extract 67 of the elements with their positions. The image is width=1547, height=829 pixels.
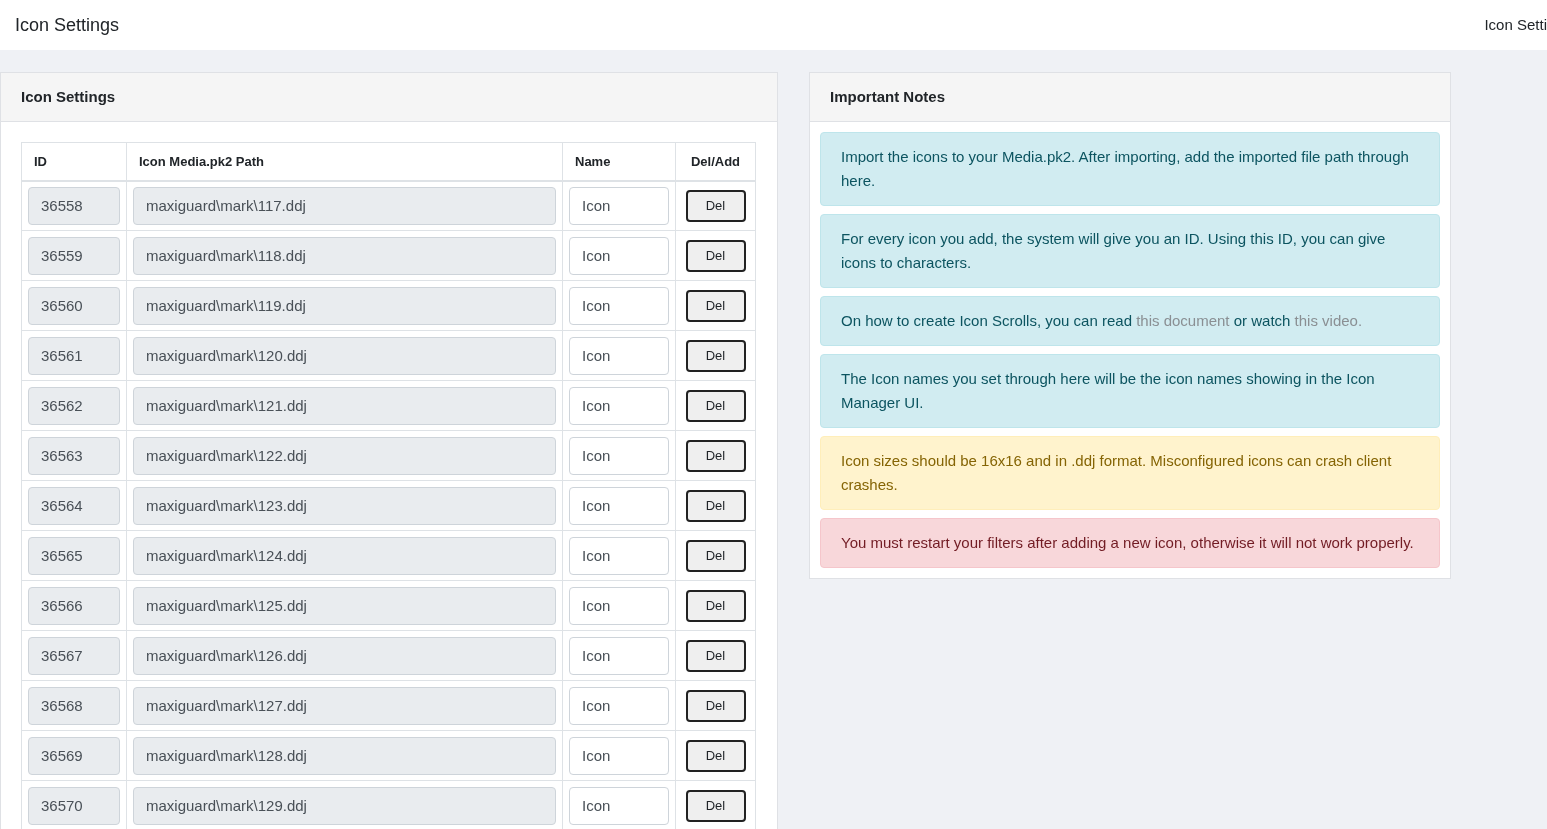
path-field[interactable]: maxiguard\mark\117.ddj [133, 186, 556, 225]
path-field[interactable]: maxiguard\mark\118.ddj [133, 236, 556, 275]
name-field[interactable]: Icon [569, 336, 669, 375]
name-field[interactable]: Icon [569, 186, 669, 225]
id-field[interactable]: 36566 [28, 586, 120, 625]
note-text: or watch [1232, 312, 1292, 329]
id-field[interactable]: 36562 [28, 386, 120, 425]
delete-button[interactable]: Del [685, 339, 746, 372]
name-field[interactable]: Icon [569, 386, 669, 425]
id-field[interactable]: 36558 [28, 186, 120, 225]
card-title: Important Notes [830, 86, 945, 107]
delete-button[interactable]: Del [685, 689, 746, 722]
note-alert: You must restart your filters after adding a new icon, otherwise it will not work properly. [820, 518, 1440, 568]
delete-button[interactable]: Del [685, 739, 746, 772]
note-alert: Icon sizes should be 16x16 and in .ddj format. Misconfigured icons can crash client crashes. [820, 436, 1440, 510]
id-field[interactable]: 36565 [28, 536, 120, 575]
name-field[interactable]: Icon [569, 636, 669, 675]
delete-button[interactable]: Del [685, 539, 746, 572]
id-field[interactable]: 36560 [28, 286, 120, 325]
path-field[interactable]: maxiguard\mark\122.ddj [133, 436, 556, 475]
path-field[interactable]: maxiguard\mark\126.ddj [133, 636, 556, 675]
delete-button[interactable]: Del [685, 289, 746, 322]
note-alert: The Icon names you set through here will be the icon names showing in the Icon Manager UI. [820, 354, 1440, 428]
page-title: Icon Settings [15, 13, 120, 37]
column-header: Icon Media.pk2 Path [126, 142, 563, 181]
path-field[interactable]: maxiguard\mark\127.ddj [133, 686, 556, 725]
path-field[interactable]: maxiguard\mark\121.ddj [133, 386, 556, 425]
card-title: Icon Settings [21, 86, 116, 107]
name-field[interactable]: Icon [569, 286, 669, 325]
delete-button[interactable]: Del [685, 189, 746, 222]
id-field[interactable]: 36564 [28, 486, 120, 525]
delete-button[interactable]: Del [685, 389, 746, 422]
column-header: Name [562, 142, 676, 181]
path-field[interactable]: maxiguard\mark\119.ddj [133, 286, 556, 325]
note-text: On how to create Icon Scrolls, you can read [841, 312, 1133, 329]
breadcrumb: Icon Setti [1484, 14, 1547, 35]
name-field[interactable]: Icon [569, 736, 669, 775]
name-field[interactable]: Icon [569, 536, 669, 575]
delete-button[interactable]: Del [685, 489, 746, 522]
delete-button[interactable]: Del [685, 589, 746, 622]
path-field[interactable]: maxiguard\mark\124.ddj [133, 536, 556, 575]
id-field[interactable]: 36561 [28, 336, 120, 375]
id-field[interactable]: 36563 [28, 436, 120, 475]
id-field[interactable]: 36559 [28, 236, 120, 275]
delete-button[interactable]: Del [685, 789, 746, 822]
id-field[interactable]: 36567 [28, 636, 120, 675]
name-field[interactable]: Icon [569, 436, 669, 475]
column-header: ID [21, 142, 127, 181]
path-field[interactable]: maxiguard\mark\128.ddj [133, 736, 556, 775]
name-field[interactable]: Icon [569, 686, 669, 725]
id-field[interactable]: 36570 [28, 786, 120, 825]
note-alert: Import the icons to your Media.pk2. After importing, add the imported file path through here. [820, 132, 1440, 206]
path-field[interactable]: maxiguard\mark\125.ddj [133, 586, 556, 625]
column-header: Del/Add [675, 142, 756, 181]
delete-button[interactable]: Del [685, 439, 746, 472]
name-field[interactable]: Icon [569, 236, 669, 275]
note-alert: For every icon you add, the system will give you an ID. Using this ID, you can give icons to characters. [820, 214, 1440, 288]
id-field[interactable]: 36569 [28, 736, 120, 775]
path-field[interactable]: maxiguard\mark\123.ddj [133, 486, 556, 525]
path-field[interactable]: maxiguard\mark\120.ddj [133, 336, 556, 375]
name-field[interactable]: Icon [569, 486, 669, 525]
name-field[interactable]: Icon [569, 786, 669, 825]
name-field[interactable]: Icon [569, 586, 669, 625]
path-field[interactable]: maxiguard\mark\129.ddj [133, 786, 556, 825]
delete-button[interactable]: Del [685, 239, 746, 272]
delete-button[interactable]: Del [685, 639, 746, 672]
id-field[interactable]: 36568 [28, 686, 120, 725]
